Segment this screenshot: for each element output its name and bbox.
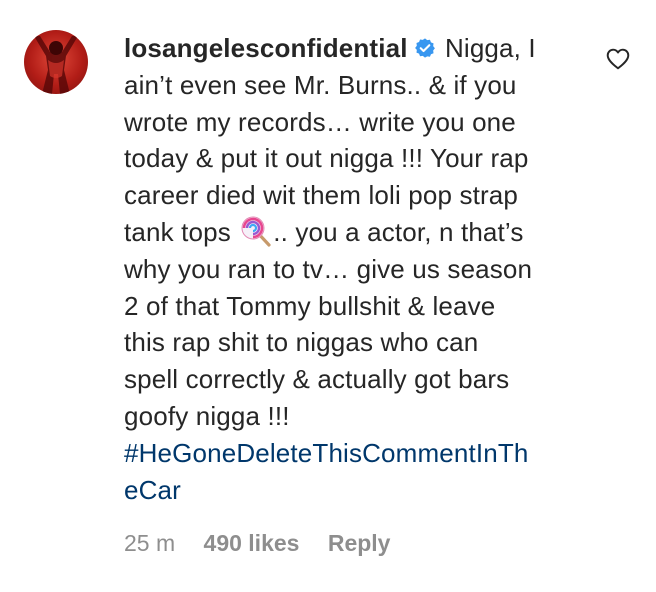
hashtag-link[interactable]: eCar — [124, 472, 594, 509]
username-link[interactable]: losangelesconfidential — [124, 33, 408, 63]
likes-count[interactable]: 490 likes — [204, 530, 300, 556]
hashtag-link[interactable]: #HeGoneDeleteThisCommentInTh — [124, 435, 594, 472]
comment-line: this rap shit to niggas who can — [124, 327, 479, 358]
comment-line: why you ran to tv… give us season — [124, 253, 533, 284]
comment-body: losangelesconfidential Nigga, I ain’t ev… — [124, 30, 594, 508]
reply-button[interactable]: Reply — [328, 530, 391, 556]
comment-line: losangelesconfidential Nigga, I — [124, 30, 594, 67]
comment-line: wrote my records… write you one — [124, 106, 516, 137]
comment-line: goofy nigga !!! — [124, 400, 290, 431]
comment-line: career died wit them loli pop strap — [124, 180, 518, 211]
avatar-image — [34, 36, 78, 94]
verified-badge-icon — [414, 32, 436, 58]
comment-text: tank tops — [124, 216, 231, 247]
comment-line: ain’t even see Mr. Burns.. & if you — [124, 69, 517, 100]
heart-outline-icon[interactable] — [605, 46, 631, 72]
comment-timestamp[interactable]: 25 m — [124, 530, 175, 556]
avatar[interactable] — [24, 30, 88, 94]
comment-meta: 25 m 490 likes Reply — [124, 530, 412, 557]
comment-text: .. you a actor, n that’s — [273, 216, 524, 247]
comment-line: spell correctly & actually got bars — [124, 364, 510, 395]
comment-text: Nigga, I — [444, 33, 536, 63]
comment-line: tank tops .. you a actor, n that’s — [124, 214, 594, 251]
comment: losangelesconfidential Nigga, I ain’t ev… — [0, 0, 656, 592]
lollipop-emoji-icon — [240, 215, 272, 247]
comment-line: today & put it out nigga !!! Your rap — [124, 143, 529, 174]
comment-line: 2 of that Tommy bullshit & leave — [124, 290, 496, 321]
